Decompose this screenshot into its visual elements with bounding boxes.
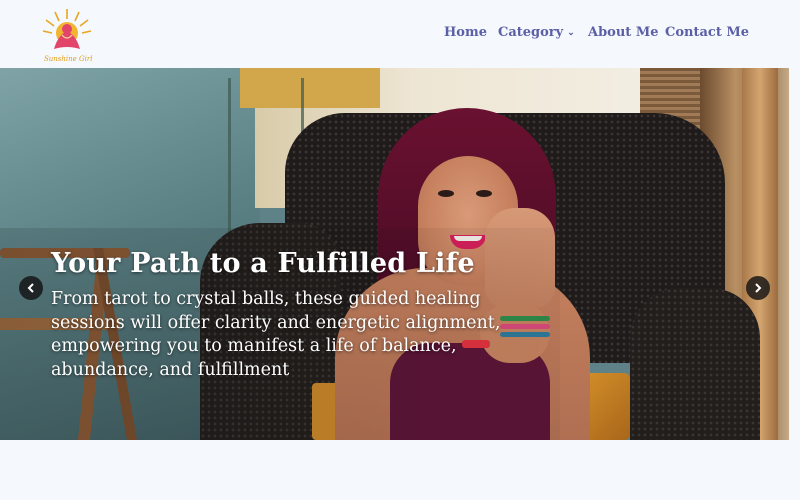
site-header: Sunshine Girl Home Category ⌄ About Me Co…	[0, 0, 800, 68]
nav-home-label: Home	[444, 25, 487, 40]
hero-description-line: From tarot to crystal balls, these guide…	[51, 289, 481, 309]
nav-contact[interactable]: Contact Me	[665, 25, 749, 40]
chevron-right-icon	[755, 283, 762, 293]
hero-description-line: empowering you to manifest a life of bal…	[51, 336, 457, 356]
slider-prev-button[interactable]	[19, 276, 43, 300]
nav-about[interactable]: About Me	[588, 25, 659, 40]
slider-next-button[interactable]	[746, 276, 770, 300]
nav-category[interactable]: Category ⌄	[498, 25, 575, 40]
logo-text: Sunshine Girl	[44, 55, 93, 63]
hero-description-line: abundance, and fulfillment	[51, 359, 290, 380]
nav-category-label: Category	[498, 25, 564, 40]
hero-description: From tarot to crystal balls, these guide…	[51, 288, 521, 382]
hero-slider: Your Path to a Fulfilled Life From tarot…	[0, 68, 789, 440]
nav-home[interactable]: Home	[444, 25, 487, 40]
nav-about-label: About Me	[588, 25, 659, 40]
hero-description-line: sessions will offer clarity and energeti…	[51, 312, 501, 333]
hero-title: Your Path to a Fulfilled Life	[51, 248, 475, 279]
chevron-left-icon	[27, 283, 34, 293]
nav-contact-label: Contact Me	[665, 25, 750, 40]
chevron-down-icon: ⌄	[567, 28, 575, 38]
